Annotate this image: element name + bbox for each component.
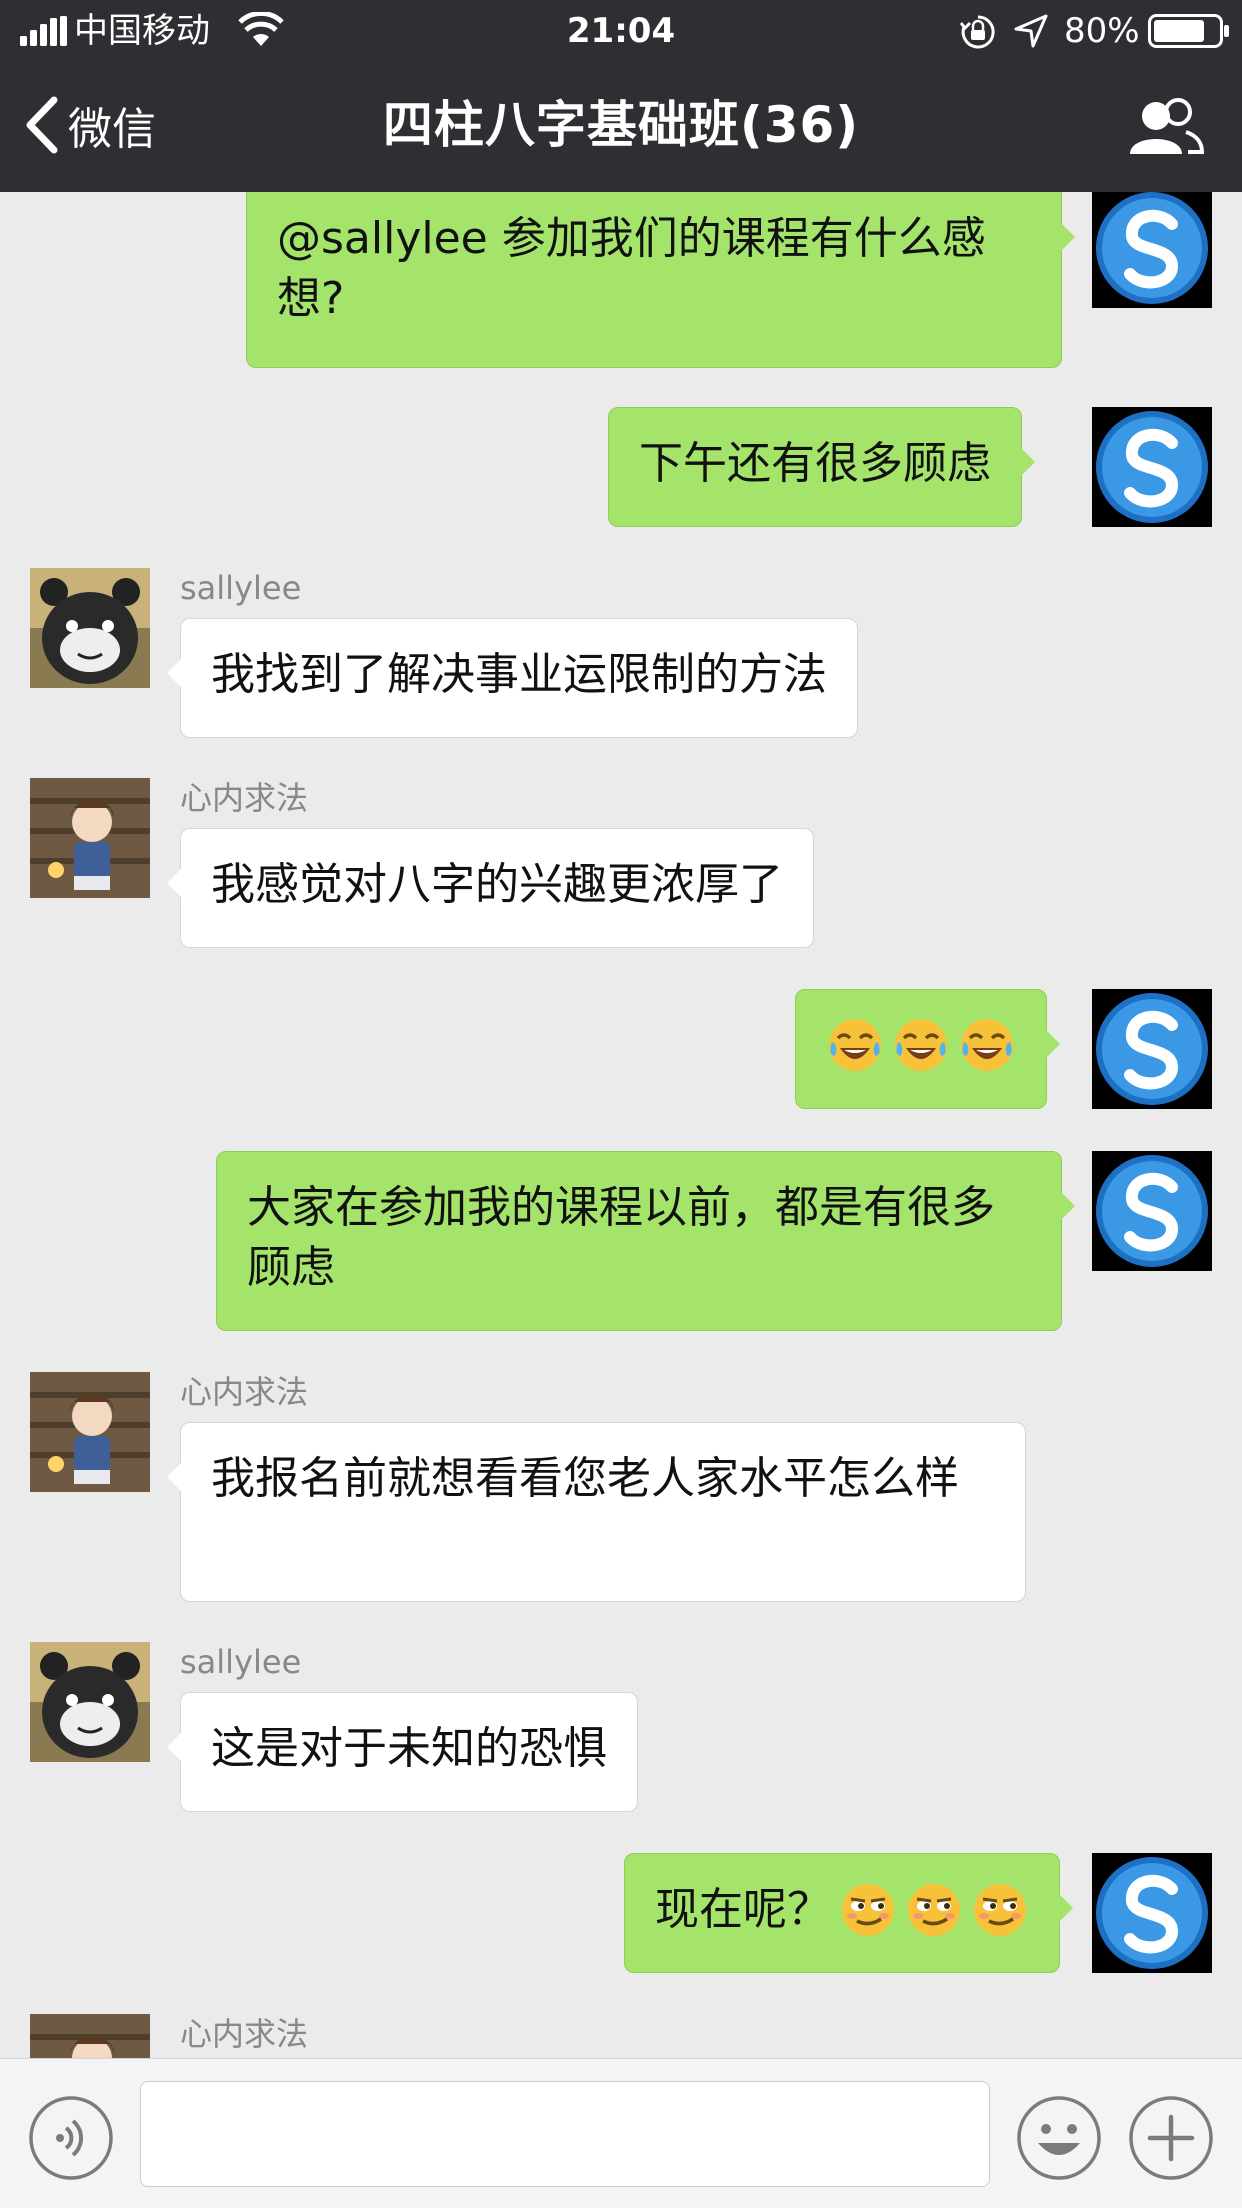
sender-name: 心内求法 (180, 2015, 309, 2053)
message-bubble-incoming[interactable]: 我找到了解决事业运限制的方法 (167, 618, 858, 738)
my-avatar[interactable] (1092, 1151, 1212, 1271)
status-bar: 中国移动 21:04 80% (0, 0, 1242, 62)
chat-title: 四柱八字基础班(36) (382, 96, 860, 154)
tears-of-joy-emoji (826, 1016, 884, 1074)
emoji-icon[interactable] (1016, 2095, 1102, 2181)
sender-avatar-xinneiqiufa[interactable] (30, 778, 150, 898)
tears-of-joy-emoji (958, 1016, 1016, 1074)
battery-icon (1148, 14, 1229, 48)
battery-percent: 80% (1064, 11, 1140, 51)
input-bar (0, 2058, 1242, 2208)
plus-icon[interactable] (1128, 2095, 1214, 2181)
my-avatar[interactable] (1092, 989, 1212, 1109)
group-members-icon[interactable] (1128, 96, 1204, 158)
my-avatar[interactable] (1092, 1853, 1212, 1973)
nav-bar: 微信 四柱八字基础班(36) (0, 62, 1242, 192)
smirk-emoji (971, 1881, 1029, 1939)
my-avatar[interactable] (1092, 407, 1212, 527)
clock: 21:04 (566, 11, 676, 51)
sender-name: sallylee (180, 1643, 302, 1681)
sender-name: 心内求法 (180, 779, 309, 817)
voice-icon[interactable] (28, 2095, 114, 2181)
sender-avatar-xinneiqiufa[interactable] (30, 2014, 150, 2058)
message-input[interactable] (140, 2081, 990, 2187)
sender-name: 心内求法 (180, 1373, 309, 1411)
message-bubble-outgoing[interactable]: 现在呢？ (624, 1853, 1073, 1973)
header: 中国移动 21:04 80% 微信 四柱八字基础班(36) (0, 0, 1242, 192)
emoji-row: 现在呢？ (655, 1880, 1029, 1940)
my-avatar[interactable] (1092, 192, 1212, 308)
location-icon (1014, 14, 1048, 48)
orientation-lock-icon (960, 15, 995, 49)
message-bubble-incoming[interactable]: 我感觉对八字的兴趣更浓厚了 (167, 828, 814, 948)
message-bubble-outgoing[interactable] (795, 989, 1060, 1109)
message-bubble-incoming[interactable]: 我报名前就想看看您老人家水平怎么样 (167, 1422, 1026, 1602)
message-bubble-outgoing[interactable]: 大家在参加我的课程以前，都是有很多顾虑 (216, 1151, 1075, 1331)
tears-of-joy-emoji (892, 1016, 950, 1074)
message-bubble-outgoing[interactable]: 下午还有很多顾虑 (608, 407, 1035, 527)
smirk-emoji (905, 1881, 963, 1939)
emoji-row (826, 1016, 1016, 1074)
sender-avatar-sallylee[interactable] (30, 1642, 150, 1762)
smirk-emoji (839, 1881, 897, 1939)
message-text: 现在呢？ (655, 1884, 831, 1935)
message-bubble-outgoing[interactable]: @sallylee 参加我们的课程有什么感想? (246, 192, 1075, 368)
chat-area[interactable]: @sallylee 参加我们的课程有什么感想? 下午还有很多顾虑 sallyle… (0, 192, 1242, 2058)
sender-avatar-sallylee[interactable] (30, 568, 150, 688)
sender-avatar-xinneiqiufa[interactable] (30, 1372, 150, 1492)
sender-name: sallylee (180, 569, 302, 607)
message-bubble-incoming[interactable]: 这是对于未知的恐惧 (167, 1692, 638, 1812)
